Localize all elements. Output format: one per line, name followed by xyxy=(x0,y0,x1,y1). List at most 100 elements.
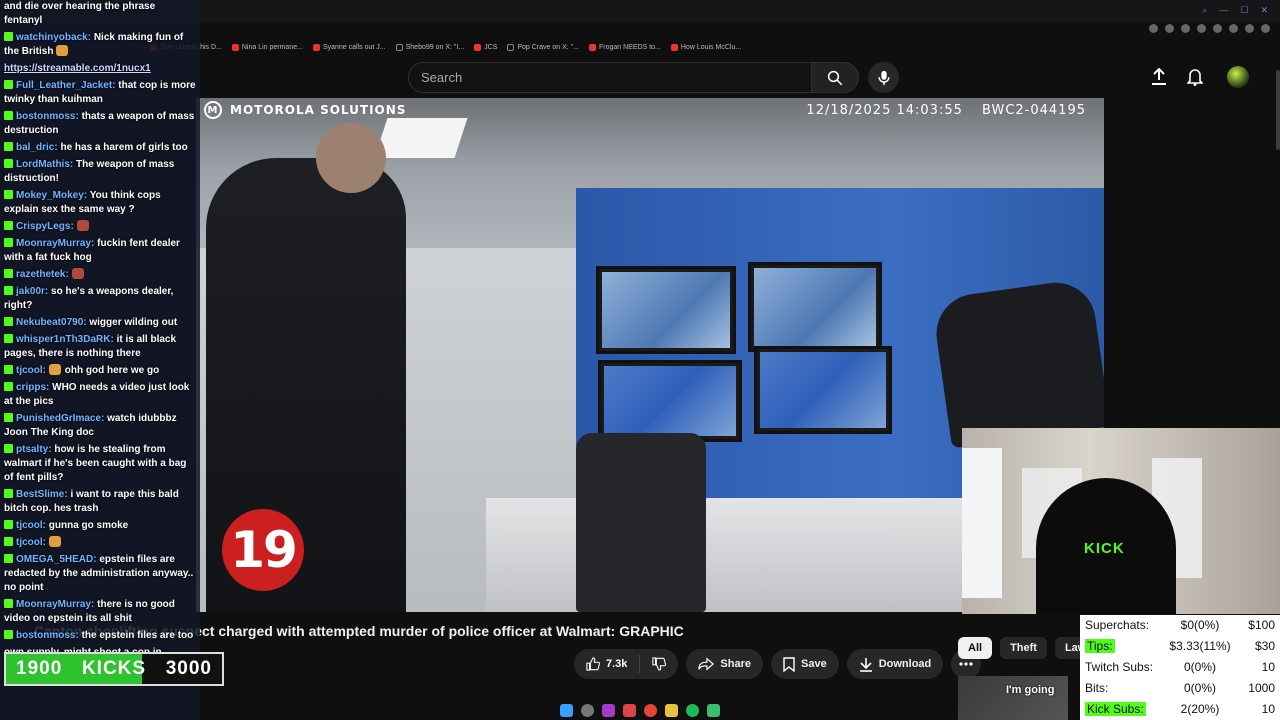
folder-icon[interactable] xyxy=(665,703,678,717)
favicon-icon xyxy=(507,43,515,51)
search-button[interactable] xyxy=(811,62,859,93)
chat-message: jak00r: so he's a weapons dealer, right? xyxy=(4,285,196,313)
search-icon[interactable] xyxy=(581,703,594,717)
chat-username[interactable]: jak00r xyxy=(16,286,45,297)
chrome-icon[interactable] xyxy=(644,703,657,717)
chat-username[interactable]: Mokey_Mokey xyxy=(16,190,84,201)
bookmark-item[interactable]: Syanne calls out J... xyxy=(312,40,386,54)
stat-value: $3.33(11%) xyxy=(1169,639,1231,653)
bookmark-item[interactable]: Frogan NEEDS to... xyxy=(589,40,661,54)
share-button[interactable]: Share xyxy=(686,649,763,679)
bookmark-item[interactable]: Shebo99 on X: "I... xyxy=(395,40,464,54)
kick-badge-icon xyxy=(4,286,13,295)
app-icon[interactable] xyxy=(707,703,720,717)
chat-separator: : xyxy=(42,365,49,376)
search-icon[interactable]: ⌕ xyxy=(1202,5,1207,16)
chat-username[interactable]: whisper1nTh3DaRK xyxy=(16,334,110,345)
chat-link[interactable]: https://streamable.com/1nucx1 xyxy=(4,63,151,74)
chat-username[interactable]: PunishedGrImace xyxy=(16,413,101,424)
bell-icon xyxy=(1187,69,1203,86)
kick-badge-icon xyxy=(4,32,13,41)
chat-message: CrispyLegs: xyxy=(4,220,196,234)
kick-hoodie-logo: KICK xyxy=(1084,540,1125,557)
extension-icon[interactable] xyxy=(1245,24,1254,33)
kick-badge-icon xyxy=(4,111,13,120)
extension-icon[interactable] xyxy=(1197,24,1206,33)
download-icon xyxy=(859,657,872,672)
extension-icon[interactable] xyxy=(1181,24,1190,33)
bookmark-label: Syanne calls out J... xyxy=(322,43,386,51)
save-button[interactable]: Save xyxy=(771,649,839,679)
chat-username[interactable]: OMEGA_5HEAD xyxy=(16,554,93,565)
stat-goal: $30 xyxy=(1254,639,1275,653)
app-icon[interactable] xyxy=(623,703,636,717)
chat-username[interactable]: CrispyLegs xyxy=(16,221,70,232)
start-icon[interactable] xyxy=(560,703,573,717)
favicon-icon xyxy=(395,43,403,51)
download-label: Download xyxy=(878,658,932,670)
chat-username[interactable]: ptsalty xyxy=(16,444,48,455)
search-icon xyxy=(827,70,843,85)
chat-username[interactable]: watchinyoback xyxy=(16,32,88,43)
bookmark-item[interactable]: How Louis McClu... xyxy=(670,40,741,54)
chat-text: and die over hearing the phrase fentanyl xyxy=(4,1,156,26)
bookmark-item[interactable]: JCS xyxy=(474,40,497,54)
extension-icon[interactable] xyxy=(1149,24,1158,33)
bookmark-label: JCS xyxy=(484,43,498,51)
bookmark-item[interactable]: Nina Lin permane... xyxy=(231,40,303,54)
bookmark-label: Frogan NEEDS to... xyxy=(599,43,661,51)
kick-badge-icon xyxy=(4,238,13,247)
like-dislike-group: 7.3k xyxy=(574,649,679,679)
chat-separator: : xyxy=(42,537,49,548)
chat-username[interactable]: razethetek xyxy=(16,269,65,280)
close-icon[interactable]: ✕ xyxy=(1260,5,1268,16)
bookmark-item[interactable]: Pop Crave on X: "... xyxy=(507,40,579,54)
spotify-icon[interactable] xyxy=(686,703,699,717)
minimize-icon[interactable]: — xyxy=(1219,5,1228,16)
chat-username[interactable]: tjcool xyxy=(16,520,43,531)
chat-username[interactable]: tjcool xyxy=(16,537,43,548)
voice-search-button[interactable] xyxy=(868,62,899,93)
scrollbar-thumb[interactable] xyxy=(1276,70,1280,150)
chat-username[interactable]: tjcool xyxy=(16,365,43,376)
like-button[interactable]: 7.3k xyxy=(574,649,639,679)
account-avatar[interactable] xyxy=(1227,66,1249,88)
kick-badge-icon xyxy=(4,80,13,89)
app-icon[interactable] xyxy=(602,703,615,717)
chip-theft[interactable]: Theft xyxy=(1000,637,1047,659)
chat-username[interactable]: Nekubeat0790 xyxy=(16,317,83,328)
dislike-button[interactable] xyxy=(640,649,678,679)
chat-username[interactable]: MoonrayMurray xyxy=(16,599,91,610)
chip-all[interactable]: All xyxy=(958,637,993,659)
chat-username[interactable]: bal_dric xyxy=(16,142,54,153)
share-label: Share xyxy=(720,658,751,670)
extension-icon[interactable] xyxy=(1165,24,1174,33)
emote-icon xyxy=(71,268,84,279)
chat-message: ptsalty: how is he stealing from walmart… xyxy=(4,443,196,485)
chat-username[interactable]: BestSlime xyxy=(16,489,64,500)
chat-username[interactable]: bostonmoss xyxy=(16,630,75,641)
chat-username[interactable]: Full_Leather_Jacket xyxy=(16,80,112,91)
extension-icon[interactable] xyxy=(1213,24,1222,33)
maximize-icon[interactable]: ☐ xyxy=(1240,5,1248,16)
scene-officer-head xyxy=(316,123,386,193)
extension-icon[interactable] xyxy=(1229,24,1238,33)
kick-badge-icon xyxy=(4,190,13,199)
search-input[interactable]: Search xyxy=(408,62,812,93)
chat-username[interactable]: MoonrayMurray xyxy=(16,238,91,249)
download-button[interactable]: Download xyxy=(846,649,944,679)
kick-badge-icon xyxy=(4,489,13,498)
stat-row: Twitch Subs: 0(0%) 10 xyxy=(1080,657,1280,678)
create-button[interactable] xyxy=(1148,66,1170,88)
kick-badge-icon xyxy=(4,317,13,326)
chat-username[interactable]: LordMathis xyxy=(16,159,70,170)
bookmark-label: Pop Crave on X: "... xyxy=(517,43,580,51)
chat-username[interactable]: bostonmoss xyxy=(16,111,75,122)
related-video-thumbnail[interactable]: I'm going xyxy=(958,676,1068,720)
notifications-button[interactable] xyxy=(1184,66,1206,88)
extension-icon[interactable] xyxy=(1261,24,1270,33)
kick-badge-icon xyxy=(4,537,13,546)
chat-text: he has a harem of girls too xyxy=(60,142,188,153)
bookmark-label: Nina Lin permane... xyxy=(241,43,303,51)
chat-username[interactable]: cripps xyxy=(16,382,46,393)
